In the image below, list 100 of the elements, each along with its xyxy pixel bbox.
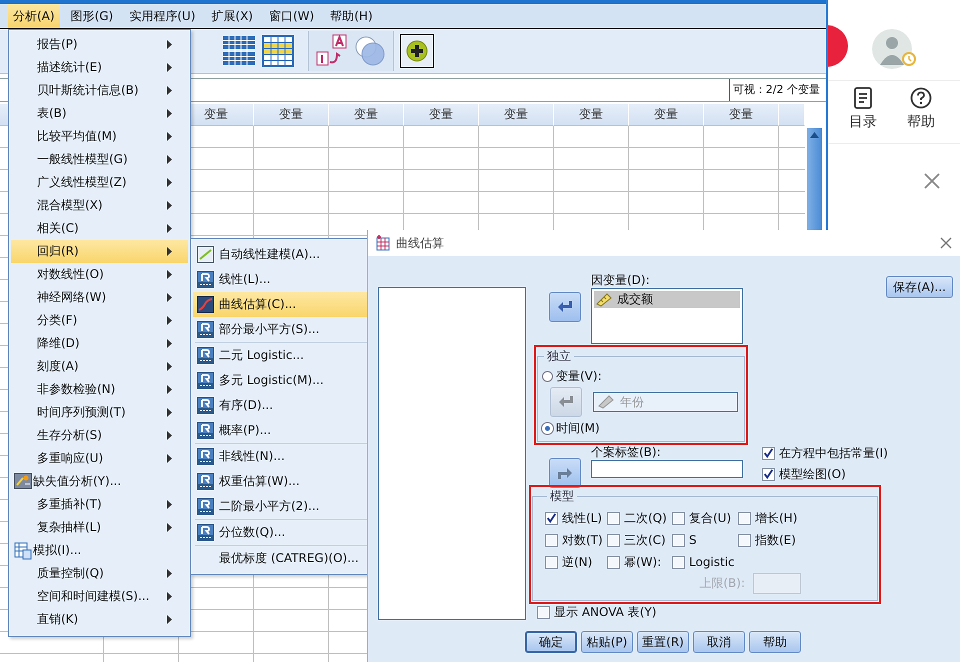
submenu-arrow-icon xyxy=(167,247,172,256)
menu-item[interactable]: 刻度(A) xyxy=(11,355,188,378)
scroll-up-icon[interactable] xyxy=(810,132,819,138)
menu-item[interactable]: 比较平均值(M) xyxy=(11,125,188,148)
toolbar-button[interactable]: 目录 xyxy=(842,87,884,143)
checkbox[interactable]: 复合(U) xyxy=(672,509,738,527)
group-label: 独立 xyxy=(546,348,572,365)
menu-item[interactable]: 混合模型(X) xyxy=(11,194,188,217)
menu-item[interactable]: 非参数检验(N) xyxy=(11,378,188,401)
checkbox[interactable]: 增长(H) xyxy=(738,509,818,527)
menu-item[interactable]: 广义线性模型(Z) xyxy=(11,171,188,194)
checkbox[interactable]: S xyxy=(672,531,738,549)
menu-item[interactable]: 一般线性模型(G) xyxy=(11,148,188,171)
submenu-arrow-icon xyxy=(167,40,172,49)
menu-item[interactable]: 分析(A) xyxy=(8,4,60,28)
regression-icon xyxy=(197,397,214,414)
menu-item[interactable]: 扩展(X) xyxy=(206,4,258,28)
regression-icon xyxy=(197,498,214,515)
document-icon xyxy=(854,87,872,109)
checkbox[interactable]: 逆(N) xyxy=(545,553,607,571)
checkbox[interactable]: 在方程中包括常量(I) xyxy=(762,444,888,462)
menu-item[interactable]: 空间和时间建模(S)... xyxy=(11,585,188,608)
menu-item[interactable]: 时间序列预测(T) xyxy=(11,401,188,424)
column-header[interactable]: 变量 xyxy=(254,104,329,126)
ruler-icon xyxy=(596,292,612,306)
arrow-icon xyxy=(557,466,573,480)
dependent-list[interactable]: 成交额 xyxy=(591,288,743,344)
move-button[interactable] xyxy=(550,387,582,417)
menu-item[interactable]: 分类(F) xyxy=(11,309,188,332)
close-icon[interactable] xyxy=(940,237,952,249)
column-header[interactable]: 变量 xyxy=(404,104,479,126)
menu-item[interactable]: 帮助(H) xyxy=(325,4,378,28)
checkbox[interactable]: 模型绘图(O) xyxy=(762,465,888,483)
menu-item[interactable]: 贝叶斯统计信息(B) xyxy=(11,79,188,102)
dialog-button[interactable]: 取消 xyxy=(693,631,745,653)
menu-item[interactable]: 质量控制(Q) xyxy=(11,562,188,585)
venn-icon[interactable] xyxy=(353,34,387,68)
value-labels-icon[interactable] xyxy=(315,34,349,68)
menu-item[interactable]: 多重响应(U) xyxy=(11,447,188,470)
upper-limit-field[interactable] xyxy=(753,573,801,594)
radio-button[interactable]: 时间(M) xyxy=(542,419,738,437)
save-button[interactable]: 保存(A)... xyxy=(886,276,953,298)
submenu-arrow-icon xyxy=(167,523,172,532)
submenu-arrow-icon xyxy=(167,224,172,233)
move-button[interactable] xyxy=(549,292,581,322)
menu-item[interactable]: 缺失值分析(Y)... xyxy=(11,470,188,493)
arrow-icon xyxy=(558,395,574,409)
dialog-button[interactable]: 粘贴(P) xyxy=(581,631,633,653)
menu-item[interactable]: 复杂抽样(L) xyxy=(11,516,188,539)
table-icon[interactable] xyxy=(222,34,256,68)
toolbar-button[interactable]: 帮助 xyxy=(900,87,942,143)
regression-icon xyxy=(197,321,214,338)
checkbox[interactable]: 二次(Q) xyxy=(607,509,672,527)
avatar[interactable] xyxy=(872,29,912,69)
radio-button[interactable]: 变量(V): xyxy=(542,367,738,385)
dialog-button[interactable]: 确定 xyxy=(525,631,577,653)
checkbox[interactable]: 对数(T) xyxy=(545,531,607,549)
list-item[interactable]: 成交额 xyxy=(594,291,740,308)
submenu-arrow-icon xyxy=(167,132,172,141)
menu-item[interactable]: 相关(C) xyxy=(11,217,188,240)
submenu-arrow-icon xyxy=(167,178,172,187)
add-icon[interactable] xyxy=(400,34,434,68)
menu-item[interactable]: 描述统计(E) xyxy=(11,56,188,79)
menu-item[interactable]: 模拟(I)... xyxy=(11,539,188,562)
menu-item[interactable]: 图形(G) xyxy=(66,4,118,28)
menu-item[interactable]: 多重插补(T) xyxy=(11,493,188,516)
submenu-arrow-icon xyxy=(167,362,172,371)
menu-item[interactable]: 神经网络(W) xyxy=(11,286,188,309)
submenu-arrow-icon xyxy=(167,454,172,463)
case-label-field[interactable] xyxy=(591,460,743,478)
menu-item[interactable]: 降维(D) xyxy=(11,332,188,355)
grid-icon xyxy=(14,542,32,560)
move-button[interactable] xyxy=(549,458,581,488)
column-header[interactable]: 变量 xyxy=(629,104,704,126)
checkbox[interactable]: 指数(E) xyxy=(738,531,818,549)
submenu-arrow-icon xyxy=(167,592,172,601)
menu-item[interactable]: 窗口(W) xyxy=(264,4,320,28)
checkbox[interactable]: 显示 ANOVA 表(Y) xyxy=(537,603,960,621)
column-header[interactable]: 变量 xyxy=(554,104,629,126)
menu-item[interactable]: 直销(K) xyxy=(11,608,188,631)
checkbox[interactable]: 线性(L) xyxy=(545,509,607,527)
table-icon[interactable] xyxy=(262,34,294,68)
dialog-button[interactable]: 帮助 xyxy=(749,631,801,653)
upper-limit-label: 上限(B): xyxy=(699,575,745,592)
checkbox[interactable]: 三次(C) xyxy=(607,531,672,549)
dialog-button[interactable]: 重置(R) xyxy=(637,631,689,653)
menu-item[interactable]: 报告(P) xyxy=(11,33,188,56)
menu-item[interactable]: 回归(R) xyxy=(11,240,188,263)
menu-item[interactable]: 实用程序(U) xyxy=(124,4,200,28)
checkbox[interactable]: Logistic xyxy=(672,553,738,571)
regression-icon xyxy=(197,271,214,288)
menu-item[interactable]: 生存分析(S) xyxy=(11,424,188,447)
curve-chart-icon xyxy=(197,296,214,313)
close-icon[interactable] xyxy=(924,173,940,189)
submenu-arrow-icon xyxy=(167,155,172,164)
column-header[interactable]: 变量 xyxy=(479,104,554,126)
column-header[interactable]: 变量 xyxy=(329,104,404,126)
column-header[interactable]: 变量 xyxy=(704,104,779,126)
checkbox[interactable]: 幂(W): xyxy=(607,553,672,571)
menu-item[interactable]: 对数线性(O) xyxy=(11,263,188,286)
